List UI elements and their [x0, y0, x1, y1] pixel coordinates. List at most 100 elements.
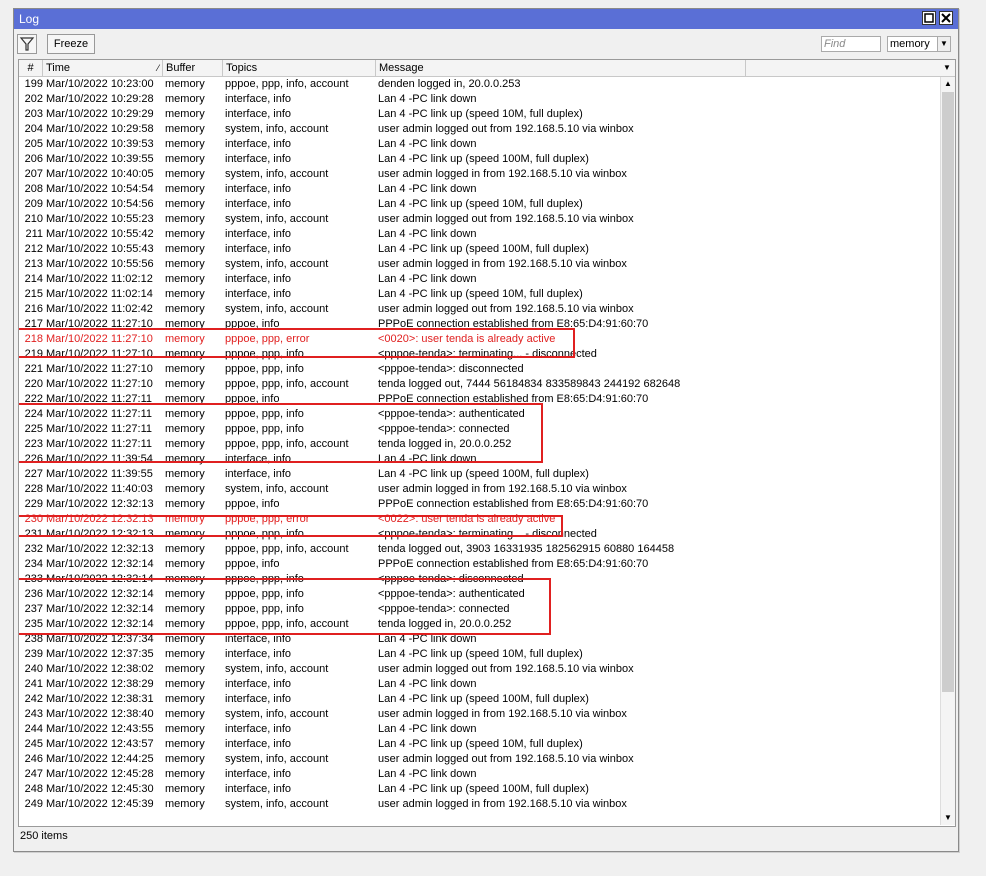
- row-message: Lan 4 -PC link up (speed 10M, full duple…: [378, 108, 583, 120]
- table-row[interactable]: 245 Mar/10/2022 12:43:57 memory interface, …: [19, 737, 939, 752]
- row-topics: pppoe, ppp, info, account: [225, 543, 349, 555]
- table-row[interactable]: 243 Mar/10/2022 12:38:40 memory system, inf…: [19, 707, 939, 722]
- row-num: 207: [24, 168, 43, 180]
- table-row[interactable]: 203 Mar/10/2022 10:29:29 memory interface, …: [19, 107, 939, 122]
- table-row[interactable]: 239 Mar/10/2022 12:37:35 memory interface, …: [19, 647, 939, 662]
- row-time: Mar/10/2022 10:29:28: [46, 93, 154, 105]
- table-row[interactable]: 204 Mar/10/2022 10:29:58 memory system, inf…: [19, 122, 939, 137]
- row-num: 239: [24, 648, 43, 660]
- table-row[interactable]: 215 Mar/10/2022 11:02:14 memory interface, …: [19, 287, 939, 302]
- filter-icon: [19, 37, 35, 51]
- table-row[interactable]: 205 Mar/10/2022 10:39:53 memory interface, …: [19, 137, 939, 152]
- row-time: Mar/10/2022 10:55:23: [46, 213, 154, 225]
- table-row[interactable]: 232 Mar/10/2022 12:32:13 memory pppoe, ppp,…: [19, 542, 939, 557]
- row-num: 211: [25, 228, 43, 240]
- row-topics: interface, info: [225, 783, 292, 795]
- row-buffer: memory: [165, 213, 205, 225]
- buffer-select[interactable]: memory ▼: [887, 36, 951, 52]
- row-buffer: memory: [165, 93, 205, 105]
- row-message: user admin logged out from 192.168.5.10 …: [378, 303, 634, 315]
- table-row[interactable]: 227 Mar/10/2022 11:39:55 memory interface, …: [19, 467, 939, 482]
- row-num: 227: [24, 468, 43, 480]
- row-buffer: memory: [165, 198, 205, 210]
- col-header-buffer[interactable]: Buffer: [163, 60, 223, 76]
- col-header-topics[interactable]: Topics: [223, 60, 376, 76]
- table-row[interactable]: 202 Mar/10/2022 10:29:28 memory interface, …: [19, 92, 939, 107]
- row-num: 203: [24, 108, 43, 120]
- title-bar[interactable]: Log: [14, 9, 958, 29]
- table-row[interactable]: 209 Mar/10/2022 10:54:56 memory interface, …: [19, 197, 939, 212]
- row-num: 232: [24, 543, 43, 555]
- table-row[interactable]: 247 Mar/10/2022 12:45:28 memory interface, …: [19, 767, 939, 782]
- table-row[interactable]: 206 Mar/10/2022 10:39:55 memory interface, …: [19, 152, 939, 167]
- vertical-scrollbar[interactable]: ▲ ▼: [940, 77, 955, 825]
- maximize-icon: [924, 13, 934, 23]
- row-topics: pppoe, ppp, info, account: [225, 378, 349, 390]
- table-row[interactable]: 211 Mar/10/2022 10:55:42 memory interface, …: [19, 227, 939, 242]
- freeze-button[interactable]: Freeze: [47, 34, 95, 54]
- row-num: 247: [24, 768, 43, 780]
- table-row[interactable]: 213 Mar/10/2022 10:55:56 memory system, inf…: [19, 257, 939, 272]
- row-topics: system, info, account: [225, 303, 329, 315]
- row-message: tenda logged out, 3903 16331935 18256291…: [378, 543, 675, 555]
- find-input[interactable]: Find: [821, 36, 881, 52]
- row-num: 199: [24, 78, 43, 90]
- table-row[interactable]: 240 Mar/10/2022 12:38:02 memory system, inf…: [19, 662, 939, 677]
- scroll-up-icon[interactable]: ▲: [941, 77, 955, 91]
- row-message: Lan 4 -PC link down: [378, 273, 477, 285]
- table-row[interactable]: 241 Mar/10/2022 12:38:29 memory interface, …: [19, 677, 939, 692]
- table-row[interactable]: 210 Mar/10/2022 10:55:23 memory system, inf…: [19, 212, 939, 227]
- table-row[interactable]: 228 Mar/10/2022 11:40:03 memory system, inf…: [19, 482, 939, 497]
- table-row[interactable]: 244 Mar/10/2022 12:43:55 memory interface, …: [19, 722, 939, 737]
- row-buffer: memory: [165, 483, 205, 495]
- row-message: <pppoe-tenda>: disconnected: [378, 363, 524, 375]
- table-row[interactable]: 242 Mar/10/2022 12:38:31 memory interface, …: [19, 692, 939, 707]
- table-row[interactable]: 216 Mar/10/2022 11:02:42 memory system, inf…: [19, 302, 939, 317]
- row-message: Lan 4 -PC link up (speed 100M, full dupl…: [378, 243, 589, 255]
- table-row[interactable]: 199 Mar/10/2022 10:23:00 memory pppoe, ppp,…: [19, 77, 939, 92]
- buffer-select-value: memory: [890, 38, 930, 50]
- row-num: 202: [24, 93, 43, 105]
- table-row[interactable]: 221 Mar/10/2022 11:27:10 memory pppoe, ppp,…: [19, 362, 939, 377]
- row-message: Lan 4 -PC link up (speed 10M, full duple…: [378, 288, 583, 300]
- row-message: PPPoE connection established from E8:65:…: [378, 558, 649, 570]
- filter-button[interactable]: [17, 34, 37, 54]
- table-row[interactable]: 220 Mar/10/2022 11:27:10 memory pppoe, ppp,…: [19, 377, 939, 392]
- row-num: 204: [24, 123, 43, 135]
- scroll-down-icon[interactable]: ▼: [941, 811, 955, 825]
- table-row[interactable]: 234 Mar/10/2022 12:32:14 memory pppoe, info…: [19, 557, 939, 572]
- row-time: Mar/10/2022 12:32:14: [46, 558, 154, 570]
- row-buffer: memory: [165, 498, 205, 510]
- table-row[interactable]: 248 Mar/10/2022 12:45:30 memory interface, …: [19, 782, 939, 797]
- maximize-button[interactable]: [922, 11, 936, 25]
- row-time: Mar/10/2022 11:27:10: [46, 363, 153, 375]
- chevron-down-icon[interactable]: ▼: [937, 37, 950, 51]
- row-buffer: memory: [165, 693, 205, 705]
- close-button[interactable]: [939, 11, 953, 25]
- col-header-message[interactable]: Message: [376, 60, 746, 76]
- row-num: 221: [24, 363, 43, 375]
- row-num: 243: [24, 708, 43, 720]
- row-topics: pppoe, info: [225, 498, 280, 510]
- log-window: Log Freeze Find memory ▼ # Time ⁄ Buffer…: [13, 8, 959, 852]
- row-message: Lan 4 -PC link down: [378, 138, 477, 150]
- row-message: Lan 4 -PC link up (speed 100M, full dupl…: [378, 153, 589, 165]
- table-row[interactable]: 214 Mar/10/2022 11:02:12 memory interface, …: [19, 272, 939, 287]
- table-row[interactable]: 207 Mar/10/2022 10:40:05 memory system, inf…: [19, 167, 939, 182]
- row-num: 205: [24, 138, 43, 150]
- window-title: Log: [19, 12, 40, 26]
- table-row[interactable]: 212 Mar/10/2022 10:55:43 memory interface, …: [19, 242, 939, 257]
- row-buffer: memory: [165, 663, 205, 675]
- col-header-num[interactable]: #: [19, 60, 43, 76]
- table-row[interactable]: 249 Mar/10/2022 12:45:39 memory system, inf…: [19, 797, 939, 812]
- row-topics: interface, info: [225, 738, 292, 750]
- column-menu-icon[interactable]: ▼: [941, 61, 953, 75]
- col-header-time[interactable]: Time ⁄: [43, 60, 163, 76]
- row-message: user admin logged out from 192.168.5.10 …: [378, 213, 634, 225]
- row-num: 229: [24, 498, 43, 510]
- table-row[interactable]: 208 Mar/10/2022 10:54:54 memory interface, …: [19, 182, 939, 197]
- row-message: Lan 4 -PC link down: [378, 768, 477, 780]
- table-row[interactable]: 246 Mar/10/2022 12:44:25 memory system, inf…: [19, 752, 939, 767]
- table-row[interactable]: 229 Mar/10/2022 12:32:13 memory pppoe, info…: [19, 497, 939, 512]
- scroll-thumb[interactable]: [942, 92, 954, 692]
